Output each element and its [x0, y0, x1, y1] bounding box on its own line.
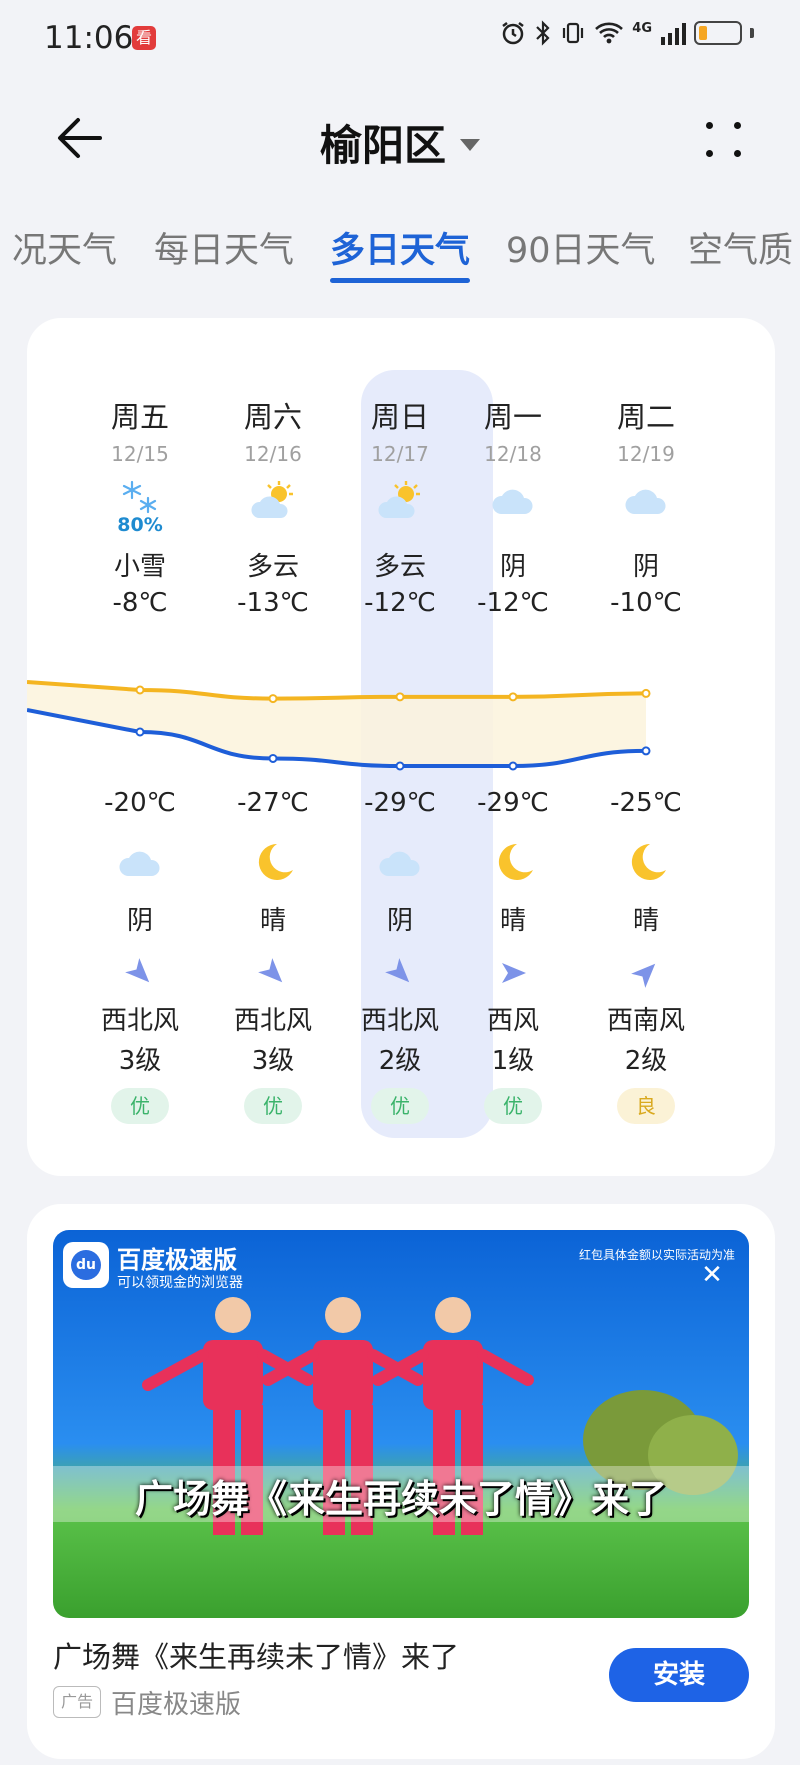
high-temp-point — [135, 685, 145, 695]
aqi-badge: 优 — [244, 1088, 302, 1124]
install-button[interactable]: 安装 — [609, 1648, 749, 1702]
wind-direction-icon — [631, 963, 656, 988]
day-of-week: 周一 — [483, 400, 542, 434]
night-condition: 阴 — [126, 906, 153, 936]
bluetooth-icon — [536, 20, 550, 46]
cloud-icon — [492, 489, 533, 514]
forecast-date: 12/18 — [484, 442, 542, 466]
high-temp-point — [395, 692, 405, 702]
wind-direction: 西南风 — [606, 1006, 685, 1036]
tab-bar: 况天气 每日天气 多日天气 90日天气 空气质 — [0, 222, 800, 282]
low-temp-point — [268, 753, 278, 763]
day-of-week: 周二 — [616, 400, 675, 434]
alarm-icon — [502, 22, 525, 45]
wifi-icon — [595, 22, 624, 44]
cloud-icon — [379, 851, 420, 876]
high-temp-point — [508, 692, 518, 702]
status-time: 11:06 — [44, 20, 134, 56]
wind-direction-icon — [502, 963, 526, 983]
high-temp: -10℃ — [610, 588, 682, 618]
ad-source: 百度极速版 — [111, 1690, 242, 1720]
night-condition: 晴 — [499, 906, 526, 936]
night-condition: 晴 — [632, 906, 659, 936]
moon-icon — [498, 843, 533, 880]
aqi-badge: 良 — [617, 1088, 675, 1124]
aqi-badge: 优 — [371, 1088, 429, 1124]
more-button[interactable] — [702, 118, 746, 162]
wind-level: 3级 — [118, 1046, 162, 1076]
ad-banner-text: 广场舞《来生再续未了情》来了 — [134, 1477, 667, 1521]
day-condition: 阴 — [499, 552, 526, 582]
battery-icon — [694, 21, 742, 45]
chevron-down-icon — [460, 138, 480, 151]
vibrate-icon — [563, 22, 584, 44]
low-temp-point — [395, 761, 405, 771]
ad-tag: 广告 — [53, 1686, 101, 1718]
high-temp-point — [641, 688, 651, 698]
low-temp: -25℃ — [610, 788, 682, 818]
wind-direction: 西风 — [486, 1006, 539, 1036]
ad-card[interactable]: du 百度极速版 可以领现金的浏览器 红包具体金额以实际活动为准 ✕ 广场舞《来… — [27, 1204, 775, 1759]
cloud-icon — [625, 489, 666, 514]
high-temp: -12℃ — [477, 588, 549, 618]
cloud-icon — [119, 851, 160, 876]
low-temp: -20℃ — [104, 788, 176, 818]
notification-icon: 看 — [132, 26, 156, 50]
wind-direction-icon — [385, 958, 410, 983]
network-type: 4G — [632, 20, 652, 36]
tab-air-quality[interactable]: 空气质 — [688, 222, 793, 273]
tab-current-weather[interactable]: 况天气 — [12, 222, 117, 273]
low-temp-point — [508, 761, 518, 771]
forecast-date: 12/19 — [617, 442, 675, 466]
location-selector[interactable]: 榆阳区 — [0, 112, 800, 173]
aqi-badge: 优 — [484, 1088, 542, 1124]
day-condition: 阴 — [632, 552, 659, 582]
wind-level: 1级 — [491, 1046, 535, 1076]
moon-icon — [631, 843, 666, 880]
day-condition: 小雪 — [113, 552, 166, 582]
signal-icon — [661, 23, 686, 45]
wind-direction-icon — [258, 958, 283, 983]
day-of-week: 周五 — [110, 400, 169, 434]
low-temp-point — [641, 746, 651, 756]
forecast-date: 12/15 — [111, 442, 169, 466]
status-icons: 4G — [500, 20, 754, 46]
high-temp-point — [268, 694, 278, 704]
tab-90day-weather[interactable]: 90日天气 — [506, 222, 656, 273]
aqi-badge: 优 — [111, 1088, 169, 1124]
forecast-card: 周五 12/15 80% 小雪 -8℃ -20℃ 阴西北风 3级优周六 12/16 多云 -13℃ -… — [27, 318, 775, 1176]
low-temp-point — [135, 727, 145, 737]
wind-direction-icon — [125, 958, 150, 983]
tab-multiday-weather[interactable]: 多日天气 — [330, 222, 470, 273]
low-temp: -29℃ — [477, 788, 549, 818]
page-title: 榆阳区 — [319, 121, 446, 170]
dancers-illustration — [142, 1297, 738, 1535]
tab-daily-weather[interactable]: 每日天气 — [154, 222, 294, 273]
partly-cloudy-icon — [251, 481, 293, 518]
wind-level: 2级 — [624, 1046, 668, 1076]
high-temp: -8℃ — [112, 588, 168, 618]
precipitation-chance: 80% — [117, 514, 163, 536]
more-dots-icon — [706, 122, 713, 129]
ad-image[interactable]: du 百度极速版 可以领现金的浏览器 红包具体金额以实际活动为准 ✕ 广场舞《来… — [53, 1230, 749, 1618]
ad-headline[interactable]: 广场舞《来生再续未了情》来了 — [53, 1634, 459, 1676]
wind-direction: 西北风 — [100, 1006, 179, 1036]
moon-icon — [258, 843, 293, 880]
temperature-chart — [27, 680, 651, 771]
status-bar: 11:06 看 4G — [0, 0, 800, 80]
active-tab-indicator — [330, 278, 470, 283]
partly-cloudy-icon — [378, 481, 420, 518]
